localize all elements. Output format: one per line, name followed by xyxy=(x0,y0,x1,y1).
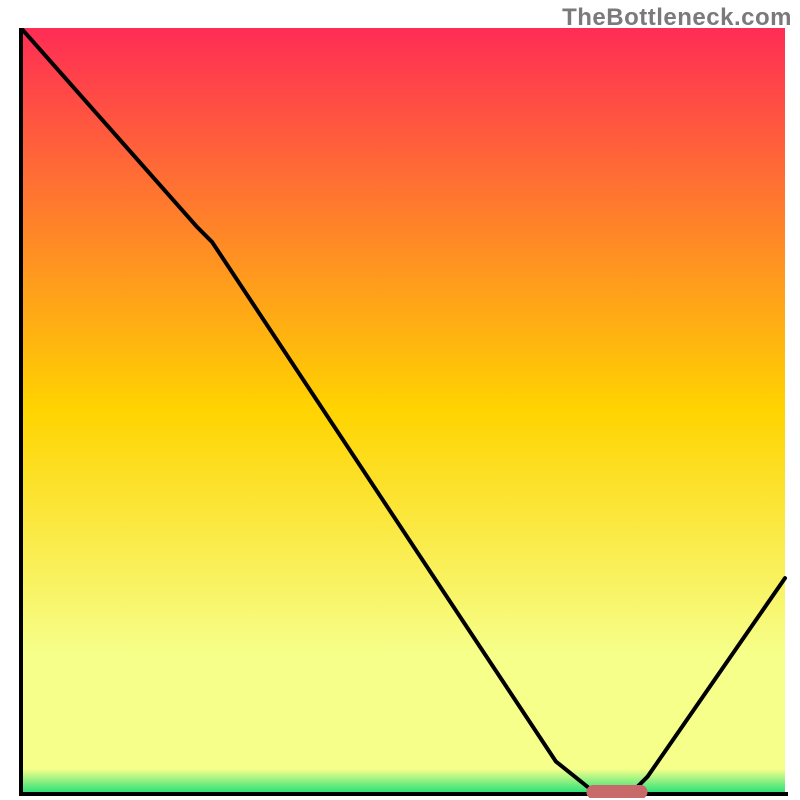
chart-canvas: TheBottleneck.com xyxy=(0,0,800,800)
gradient-field xyxy=(21,28,785,792)
chart-svg xyxy=(18,28,788,798)
plot-area xyxy=(18,28,788,798)
optimal-marker xyxy=(586,785,647,798)
